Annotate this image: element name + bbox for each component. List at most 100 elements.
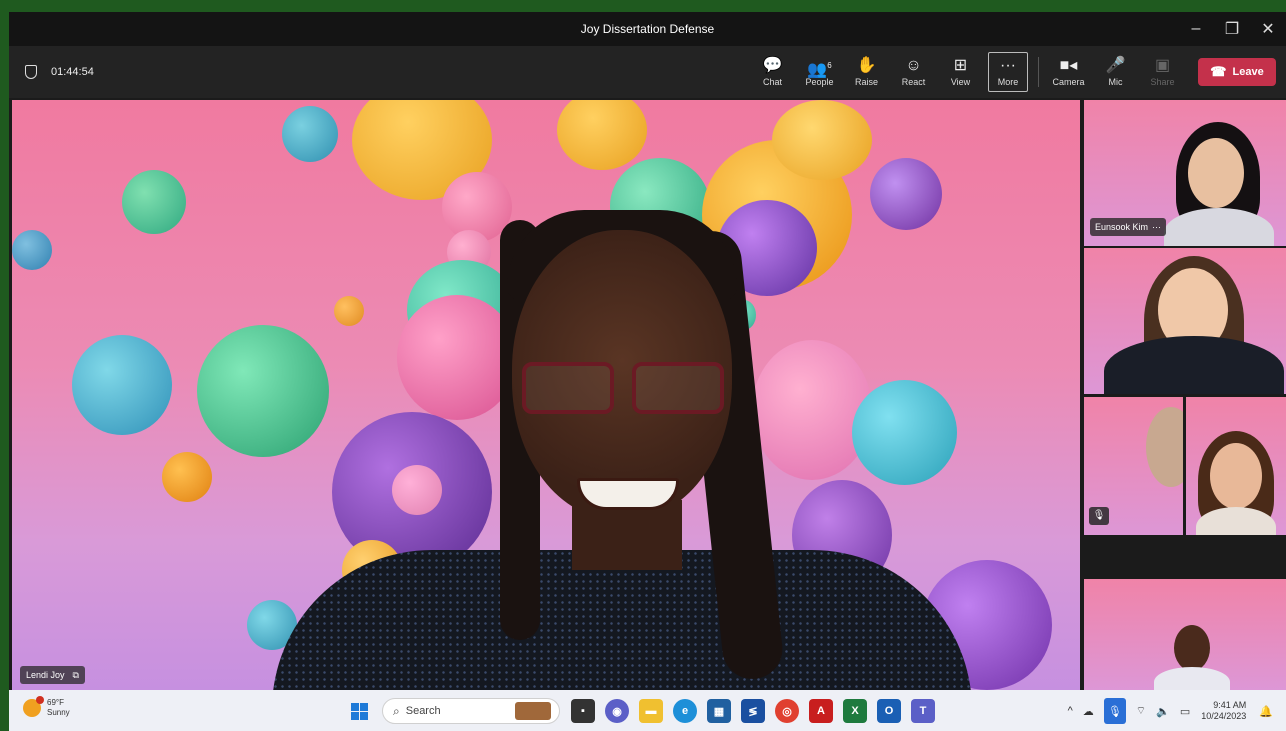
store-icon[interactable]: ▦: [707, 699, 731, 723]
people-count: 6: [827, 61, 832, 70]
speaker-name: Lendi Joy: [26, 670, 65, 680]
edge-browser-icon[interactable]: e: [673, 699, 697, 723]
meeting-toolbar: 01:44:54 💬 Chat 👥6 People ✋ Raise ☺ Reac…: [9, 46, 1286, 98]
people-label: People: [805, 77, 834, 87]
background-ball: [282, 106, 338, 162]
start-button[interactable]: [347, 699, 371, 723]
hand-icon: ✋: [856, 57, 877, 74]
react-label: React: [901, 77, 926, 87]
meeting-controls: 💬 Chat 👥6 People ✋ Raise ☺ React ⊞ View …: [749, 46, 1276, 98]
participant-tile[interactable]: [1084, 248, 1286, 394]
main-video-stage: Lendi Joy ⧉: [12, 100, 1080, 690]
share-label: Share: [1150, 77, 1175, 87]
vscode-icon[interactable]: ≶: [741, 699, 765, 723]
chevron-up-icon[interactable]: ^: [1068, 705, 1073, 717]
background-ball: [397, 295, 517, 420]
file-explorer-icon[interactable]: ▬: [639, 699, 663, 723]
task-view-icon[interactable]: ▪: [571, 699, 595, 723]
grid-icon: ⊞: [953, 57, 968, 74]
raise-hand-button[interactable]: ✋ Raise: [843, 50, 890, 94]
microphone-tray-icon[interactable]: 🎙: [1103, 698, 1126, 724]
background-ball: [72, 335, 172, 435]
more-label: More: [997, 77, 1019, 87]
outlook-icon[interactable]: O: [877, 699, 901, 723]
mic-label: Mic: [1108, 77, 1123, 87]
windows-taskbar: 69°F Sunny ⌕ Search ▪ ◉ ▬ e ▦ ≶ ◎ A X O …: [9, 690, 1286, 731]
pdf-reader-icon[interactable]: A: [809, 699, 833, 723]
react-button[interactable]: ☺ React: [890, 50, 937, 94]
chat-icon: 💬: [762, 57, 783, 74]
meeting-timer: 01:44:54: [25, 65, 94, 79]
background-ball: [752, 340, 872, 480]
mic-button[interactable]: 🎤 Mic: [1092, 50, 1139, 94]
search-icon: ⌕: [393, 703, 400, 718]
timer-text: 01:44:54: [51, 66, 94, 78]
teams-icon[interactable]: T: [911, 699, 935, 723]
screen-share-icon: ⧉: [72, 669, 79, 680]
more-button[interactable]: ··· More: [988, 52, 1028, 92]
background-ball: [162, 452, 212, 502]
chrome-icon[interactable]: ◎: [775, 699, 799, 723]
participant-tile[interactable]: [1186, 397, 1286, 535]
chat-label: Chat: [762, 77, 782, 87]
restore-button[interactable]: ❐: [1214, 19, 1250, 39]
background-ball: [334, 296, 364, 326]
camera-label: Camera: [1052, 77, 1085, 87]
background-ball: [852, 380, 957, 485]
view-button[interactable]: ⊞ View: [937, 50, 984, 94]
wifi-icon[interactable]: ⌔: [1136, 704, 1146, 718]
excel-icon[interactable]: X: [843, 699, 867, 723]
notification-bell-icon[interactable]: 🔔: [1259, 705, 1273, 718]
shield-icon: [25, 65, 37, 79]
participant-tile[interactable]: Eunsook Kim ···: [1084, 100, 1286, 246]
clock-date: 10/24/2023: [1201, 711, 1247, 721]
battery-icon[interactable]: ▭: [1180, 705, 1190, 718]
share-button[interactable]: ▣ Share: [1139, 50, 1186, 94]
window-title: Joy Dissertation Defense: [580, 22, 715, 36]
background-ball: [392, 465, 442, 515]
speaker-name-tag: Lendi Joy ⧉: [20, 666, 85, 684]
camera-icon: ■◂: [1059, 57, 1078, 74]
people-button[interactable]: 👥6 People: [796, 50, 843, 94]
participant-name-tag: Eunsook Kim ···: [1090, 218, 1167, 236]
cloud-icon[interactable]: ☁: [1083, 705, 1094, 718]
participant-shirt: [1104, 336, 1284, 394]
search-highlight-image: [515, 702, 551, 720]
chat-button[interactable]: 💬 Chat: [749, 50, 796, 94]
chat-app-icon[interactable]: ◉: [605, 699, 629, 723]
clock-time: 9:41 AM: [1213, 700, 1247, 710]
smiley-icon: ☺: [905, 57, 922, 74]
muted-mic-icon: 🎙: [1089, 507, 1109, 525]
system-tray: ^ ☁ 🎙 ⌔ 🔈 ▭ 9:41 AM 10/24/2023 🔔: [1063, 696, 1278, 726]
background-ball: [197, 325, 329, 457]
glasses-lens: [522, 362, 614, 414]
microphone-icon: 🎤: [1105, 57, 1126, 74]
toolbar-divider: [1038, 57, 1039, 87]
view-label: View: [950, 77, 971, 87]
sun-icon: [23, 696, 44, 717]
windows-logo-icon: [350, 702, 368, 720]
leave-button[interactable]: ☎ Leave: [1198, 58, 1276, 86]
participant-tile[interactable]: 🎙: [1084, 397, 1183, 535]
participant-more-icon[interactable]: ···: [1152, 222, 1161, 232]
hangup-icon: ☎: [1210, 64, 1227, 79]
minimize-button[interactable]: –: [1178, 20, 1214, 38]
camera-button[interactable]: ■◂ Camera: [1045, 50, 1092, 94]
weather-widget[interactable]: 69°F Sunny: [23, 696, 70, 718]
glasses-lens: [632, 362, 724, 414]
participant-face: [1174, 625, 1210, 671]
background-ball: [557, 100, 647, 170]
close-button[interactable]: ✕: [1250, 19, 1286, 39]
participant-tile[interactable]: [1084, 579, 1286, 690]
temperature: 69°F: [47, 698, 64, 707]
background-ball: [12, 230, 52, 270]
weather-condition: Sunny: [47, 708, 70, 717]
window-controls: – ❐ ✕: [1178, 12, 1286, 46]
volume-icon[interactable]: 🔈: [1156, 705, 1170, 718]
participant-face: [1188, 138, 1244, 208]
share-screen-icon: ▣: [1154, 57, 1171, 74]
taskbar-search[interactable]: ⌕ Search: [382, 698, 560, 724]
people-icon: 👥6: [807, 61, 832, 79]
teams-meeting-window: Joy Dissertation Defense – ❐ ✕ 01:44:54 …: [9, 12, 1286, 731]
taskbar-clock[interactable]: 9:41 AM 10/24/2023: [1201, 700, 1246, 722]
